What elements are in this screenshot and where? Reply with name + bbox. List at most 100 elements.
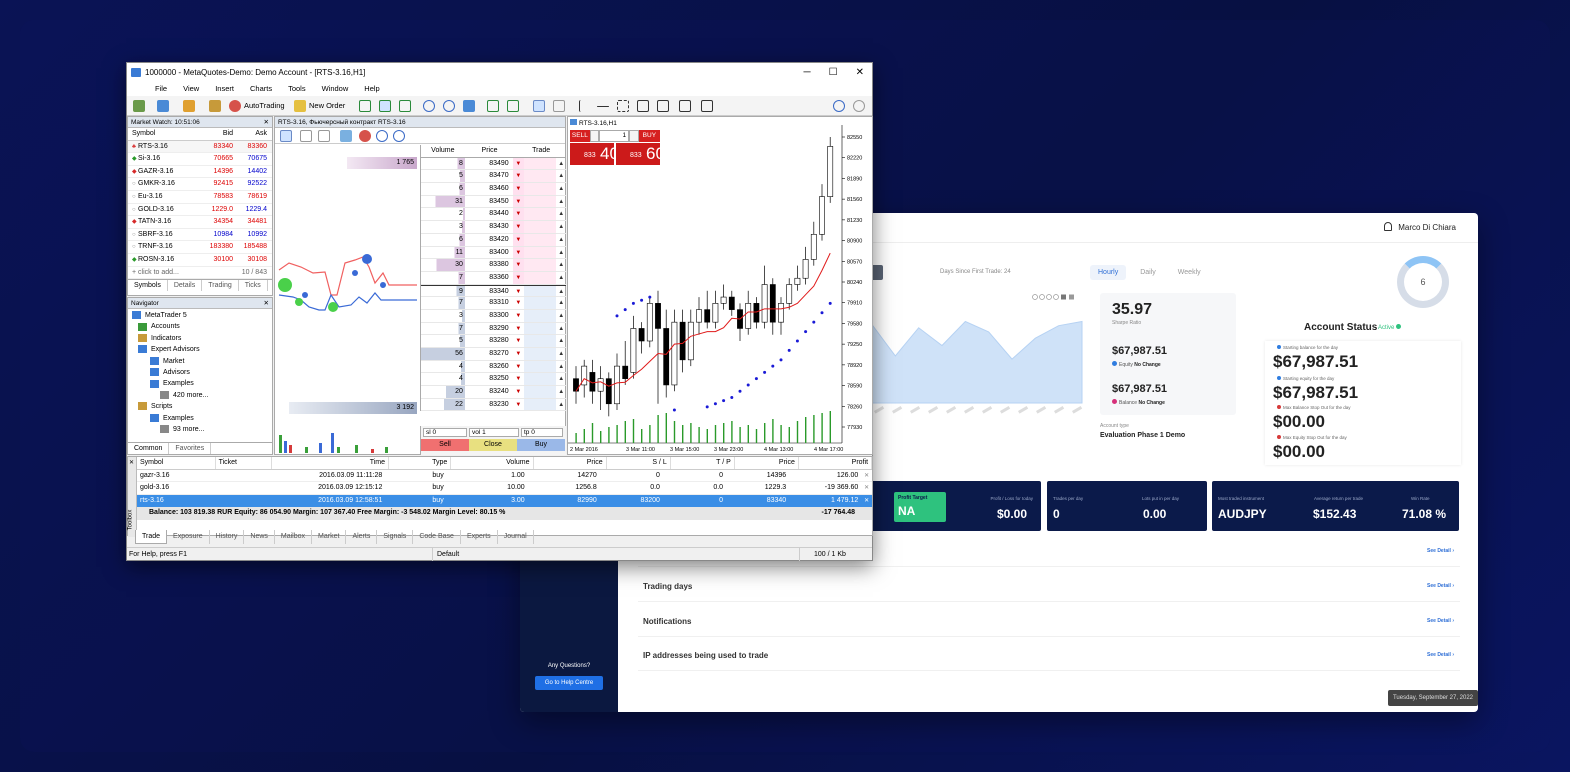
dom-trade-cell[interactable] [524,360,557,373]
navigator-item[interactable]: Expert Advisors [128,344,272,355]
chevron-up-icon[interactable]: ▲ [556,272,566,284]
tile-windows-icon[interactable] [463,100,475,112]
sell-price-box[interactable]: 833 40 [570,143,619,165]
close-button[interactable]: Close [469,439,517,451]
chevron-up-icon[interactable]: ▲ [556,323,566,335]
tab-news[interactable]: News [244,530,275,544]
trade-row[interactable]: gold-3.16 2016.03.09 12:15:12 buy 10.00 1256… [137,482,872,495]
lot-up-icon[interactable] [629,130,639,142]
navigator-item[interactable]: Scripts [128,401,272,412]
tab-trading[interactable]: Trading [202,280,239,292]
navigator-item[interactable]: Market [128,356,272,367]
see-detail-link[interactable]: See Detail › [1427,652,1454,658]
chevron-down-icon[interactable]: ▼ [512,322,525,335]
chevron-down-icon[interactable]: ▼ [512,297,525,309]
market-watch-add-row[interactable]: + click to add... 10 / 843 [128,267,272,280]
navigator-item[interactable]: Accounts [128,321,272,332]
dom-row[interactable]: 6 83420 ▼ ▲ [421,233,566,247]
autotrading-button[interactable]: AutoTrading [244,99,285,113]
dom-record-icon[interactable] [359,130,371,142]
zoom-in-icon[interactable] [423,100,435,112]
navigator-item[interactable]: Examples [128,413,272,424]
crosshair-icon[interactable] [553,100,565,112]
menu-window[interactable]: Window [314,82,357,96]
maximize-icon[interactable]: ☐ [829,63,838,82]
tab-trade[interactable]: Trade [135,530,168,544]
dom-row[interactable]: 20 83240 ▼ ▲ [421,386,566,399]
tab-common[interactable]: Common [128,443,170,454]
chevron-down-icon[interactable]: ▼ [512,233,525,246]
chevron-up-icon[interactable]: ▲ [556,361,566,373]
trendline-icon[interactable] [617,100,629,112]
chevron-up-icon[interactable]: ▲ [556,399,566,411]
chevron-down-icon[interactable]: ▼ [512,348,525,360]
candle-chart-icon[interactable] [379,100,391,112]
dom-trade-cell[interactable] [524,335,557,347]
dom-trade-cell[interactable] [524,259,557,271]
volume-input[interactable]: vol 1 [469,428,519,437]
zoom-in-icon[interactable] [376,130,388,142]
profiles-icon[interactable] [157,100,169,112]
dom-trade-cell[interactable] [524,246,557,259]
chevron-up-icon[interactable]: ▲ [556,170,566,182]
market-watch-row[interactable]: ○ SBRF-3.16 10984 10992 [128,229,272,242]
chevron-down-icon[interactable]: ▼ [512,221,525,233]
bell-icon[interactable] [1384,222,1392,231]
close-position-icon[interactable]: ✕ [861,470,872,482]
navigator-item[interactable]: 420 more... [128,390,272,401]
chevron-down-icon[interactable]: ▼ [512,285,525,297]
trade-row[interactable]: gazr-3.16 2016.03.09 11:11:28 buy 1.00 14270… [137,470,872,482]
close-icon[interactable]: ✕ [264,298,269,309]
close-icon[interactable]: ✕ [129,459,134,466]
add-symbol-input[interactable]: + click to add... [128,267,235,279]
autotrading-icon[interactable] [229,100,241,112]
tab-exposure[interactable]: Exposure [167,530,210,544]
dom-grid-icon[interactable] [318,130,330,142]
new-order-button[interactable]: New Order [309,99,345,113]
market-watch-icon[interactable] [183,100,195,112]
dom-trade-cell[interactable] [524,285,557,297]
chevron-up-icon[interactable]: ▲ [556,310,566,322]
see-detail-link[interactable]: See Detail › [1427,548,1454,554]
line-chart-icon[interactable] [399,100,411,112]
navigator-item[interactable]: Examples [128,378,272,389]
horizontal-line-icon[interactable] [597,106,609,107]
dom-trade-cell[interactable] [524,297,557,309]
dom-trade-cell[interactable] [524,157,557,170]
see-detail-link[interactable]: See Detail › [1427,583,1454,589]
minimize-icon[interactable]: ─ [804,63,811,82]
tab-ticks[interactable]: Ticks [239,280,268,292]
cursor-icon[interactable] [533,100,545,112]
tab-market[interactable]: Market [312,530,347,544]
tab-journal[interactable]: Journal [498,530,534,544]
dom-row[interactable]: 11 83400 ▼ ▲ [421,246,566,260]
navigator-item[interactable]: Indicators [128,333,272,344]
tab-weekly[interactable]: Weekly [1170,265,1209,280]
market-watch-row[interactable]: ♣ RTS-3.16 83340 83360 [128,140,272,154]
close-icon[interactable]: ✕ [264,117,269,128]
meta-editor-icon[interactable] [209,100,221,112]
chevron-up-icon[interactable]: ▲ [556,208,566,220]
menu-view[interactable]: View [175,82,207,96]
tab-alerts[interactable]: Alerts [346,530,378,544]
chevron-up-icon[interactable]: ▲ [556,234,566,246]
dom-trade-cell[interactable] [524,271,557,284]
chevron-up-icon[interactable]: ▲ [556,297,566,309]
tab-signals[interactable]: Signals [377,530,414,544]
chevron-down-icon[interactable]: ▼ [512,208,525,221]
dom-row[interactable]: 2 83440 ▼ ▲ [421,208,566,222]
close-position-icon[interactable]: ✕ [861,495,872,508]
chevron-up-icon[interactable]: ▲ [556,286,566,297]
market-watch-row[interactable]: ◆TATN-3.16 34354 34481 [128,216,272,229]
vertical-line-icon[interactable] [579,100,591,112]
dom-row[interactable]: 31 83450 ▼ ▲ [421,195,566,209]
zoom-out-icon[interactable] [393,130,405,142]
dom-trade-cell[interactable] [524,309,557,322]
market-watch-row[interactable]: ○ TRNF-3.16 183380 185488 [128,241,272,254]
dom-trade-cell[interactable] [524,208,557,221]
tab-daily[interactable]: Daily [1132,265,1164,280]
tab-history[interactable]: History [210,530,245,544]
shapes-icon[interactable] [701,100,713,112]
menu-insert[interactable]: Insert [207,82,242,96]
tab-favorites[interactable]: Favorites [169,443,212,454]
